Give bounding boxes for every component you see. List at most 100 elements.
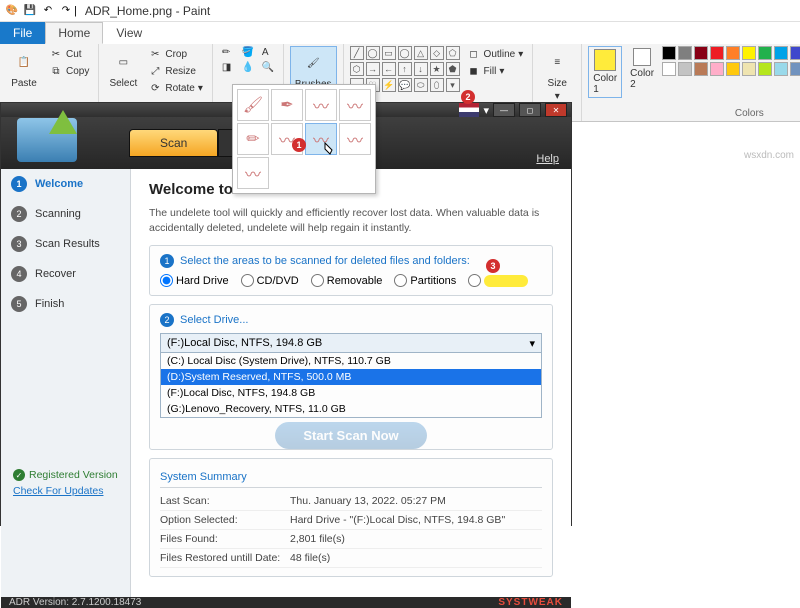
main-panel: Welcome to undelete The undelete tool wi… xyxy=(131,169,571,597)
paint-title-bar: 🎨 💾 ↶ ↷ | ADR_Home.png - Paint xyxy=(0,0,800,22)
color-swatch[interactable] xyxy=(758,62,772,76)
color-swatch[interactable] xyxy=(694,62,708,76)
outline-button[interactable]: ◻Outline ▾ xyxy=(464,46,527,62)
app-logo xyxy=(9,110,99,170)
cut-button[interactable]: ✂Cut xyxy=(46,46,92,62)
color1-button[interactable]: Color 1 xyxy=(588,46,622,98)
color-swatch[interactable] xyxy=(678,46,692,60)
color-swatch[interactable] xyxy=(710,46,724,60)
radio-partitions[interactable]: Partitions xyxy=(394,274,456,287)
drive-option[interactable]: (F:)Local Disc, NTFS, 194.8 GB xyxy=(161,385,541,401)
crop-icon: ✂ xyxy=(148,47,162,61)
help-link[interactable]: Help xyxy=(536,153,559,165)
color-swatch[interactable] xyxy=(790,46,800,60)
color-swatch[interactable] xyxy=(726,62,740,76)
color-swatch[interactable] xyxy=(694,46,708,60)
check-updates-link[interactable]: Check For Updates xyxy=(13,485,118,497)
footer-links: ✓Registered Version Check For Updates xyxy=(13,469,118,497)
color-swatch[interactable] xyxy=(774,62,788,76)
sidebar-item-scanning[interactable]: 2Scanning xyxy=(1,199,130,229)
sidebar-item-finish[interactable]: 5Finish xyxy=(1,289,130,319)
tab-scan[interactable]: Scan xyxy=(129,129,218,157)
crop-button[interactable]: ✂Crop xyxy=(145,46,206,62)
color-swatch[interactable] xyxy=(678,62,692,76)
flag-icon[interactable] xyxy=(459,103,479,117)
text-tool[interactable]: A xyxy=(259,46,277,59)
sidebar-item-scan-results[interactable]: 3Scan Results xyxy=(1,229,130,259)
brush-option[interactable]: 〰 xyxy=(305,89,337,121)
brush-dropdown[interactable]: 🖌 ✒ 〰 〰 ✏ 〰 〰 〰 〰 xyxy=(232,84,376,194)
radio-harddrive[interactable]: Hard Drive xyxy=(160,274,229,287)
brand-label: SYSTWEAK xyxy=(498,597,563,608)
brush-option[interactable]: ✒ xyxy=(271,89,303,121)
color-swatch[interactable] xyxy=(710,62,724,76)
close-button[interactable]: ✕ xyxy=(545,103,567,117)
undo-icon[interactable]: ↶ xyxy=(40,3,56,19)
pencil-tool[interactable]: ✏ xyxy=(219,46,237,59)
tab-file[interactable]: File xyxy=(0,22,45,44)
tab-view[interactable]: View xyxy=(103,22,155,44)
radio-highlighted[interactable] xyxy=(468,274,527,287)
color-swatch[interactable] xyxy=(742,46,756,60)
sidebar-item-recover[interactable]: 4Recover xyxy=(1,259,130,289)
summary-title: System Summary xyxy=(160,467,542,488)
eraser-tool[interactable]: ◨ xyxy=(219,61,237,74)
ribbon-tabs: File Home View xyxy=(0,22,800,44)
status-bar: ADR Version: 2.7.1200.18473 SYSTWEAK xyxy=(1,597,571,608)
fill-tool[interactable]: 🪣 xyxy=(239,46,257,59)
zoom-tool[interactable]: 🔍 xyxy=(259,61,277,74)
radio-cddvd[interactable]: CD/DVD xyxy=(241,274,299,287)
resize-icon: ⤢ xyxy=(148,64,162,78)
step-number-icon: 2 xyxy=(11,206,27,222)
color-swatch[interactable] xyxy=(790,62,800,76)
brush-option[interactable]: ✏ xyxy=(237,123,269,155)
color-swatch[interactable] xyxy=(662,62,676,76)
fill-button[interactable]: ◼Fill ▾ xyxy=(464,63,527,79)
sidebar-item-label: Scan Results xyxy=(35,238,100,250)
color-swatch[interactable] xyxy=(742,62,756,76)
size-button[interactable]: ≡ Size▾ xyxy=(539,46,575,104)
brush-option[interactable]: 〰 xyxy=(339,89,371,121)
radio-removable[interactable]: Removable xyxy=(311,274,383,287)
paste-button[interactable]: 📋 Paste xyxy=(6,46,42,91)
copy-button[interactable]: ⧉Copy xyxy=(46,63,92,79)
brush-option[interactable]: 〰 xyxy=(339,123,371,155)
annotation-1: 1 xyxy=(292,138,306,152)
drive-select[interactable]: (F:)Local Disc, NTFS, 194.8 GB▾ xyxy=(160,333,542,353)
drive-option[interactable]: (G:)Lenovo_Recovery, NTFS, 11.0 GB xyxy=(161,401,541,417)
brush-option[interactable]: 〰 xyxy=(237,157,269,189)
clipboard-icon: 📋 xyxy=(10,48,38,76)
color-swatch[interactable] xyxy=(662,46,676,60)
picker-tool[interactable]: 💧 xyxy=(239,61,257,74)
brush-option[interactable]: 🖌 xyxy=(237,89,269,121)
drive-option[interactable]: (D:)System Reserved, NTFS, 500.0 MB xyxy=(161,369,541,385)
resize-button[interactable]: ⤢Resize xyxy=(145,63,206,79)
color-swatch[interactable] xyxy=(774,46,788,60)
sidebar-item-welcome[interactable]: 1Welcome xyxy=(1,169,130,199)
group-colors: Color 1 Color 2 🎨 Edit colors 🖌 Edit wit… xyxy=(582,44,800,121)
brush-icon: 🖌 xyxy=(299,49,327,77)
start-scan-button[interactable]: Start Scan Now xyxy=(275,422,426,449)
brush-option-hover[interactable]: 〰 xyxy=(305,123,337,155)
copy-icon: ⧉ xyxy=(49,64,63,78)
color2-button[interactable]: Color 2 xyxy=(626,46,658,92)
redo-icon[interactable]: ↷ xyxy=(58,3,74,19)
watermark: wsxdn.com xyxy=(744,150,794,161)
select-button[interactable]: ▭ Select xyxy=(105,46,141,91)
rotate-button[interactable]: ⟳Rotate ▾ xyxy=(145,80,206,96)
drive-option[interactable]: (C:) Local Disc (System Drive), NTFS, 11… xyxy=(161,353,541,369)
page-subtitle: The undelete tool will quickly and effic… xyxy=(149,206,553,235)
summary-panel: System Summary Last Scan:Thu. January 13… xyxy=(149,458,553,577)
fill-icon: ◼ xyxy=(467,64,481,78)
tab-home[interactable]: Home xyxy=(45,22,103,44)
sidebar-item-label: Finish xyxy=(35,298,64,310)
select-icon: ▭ xyxy=(109,48,137,76)
save-icon[interactable]: 💾 xyxy=(22,3,38,19)
color-swatch[interactable] xyxy=(758,46,772,60)
drive-dropdown-list[interactable]: (C:) Local Disc (System Drive), NTFS, 11… xyxy=(160,353,542,418)
rotate-icon: ⟳ xyxy=(148,81,162,95)
minimize-button[interactable]: ― xyxy=(493,103,515,117)
color-palette[interactable] xyxy=(662,46,800,76)
color-swatch[interactable] xyxy=(726,46,740,60)
maximize-button[interactable]: ◻ xyxy=(519,103,541,117)
